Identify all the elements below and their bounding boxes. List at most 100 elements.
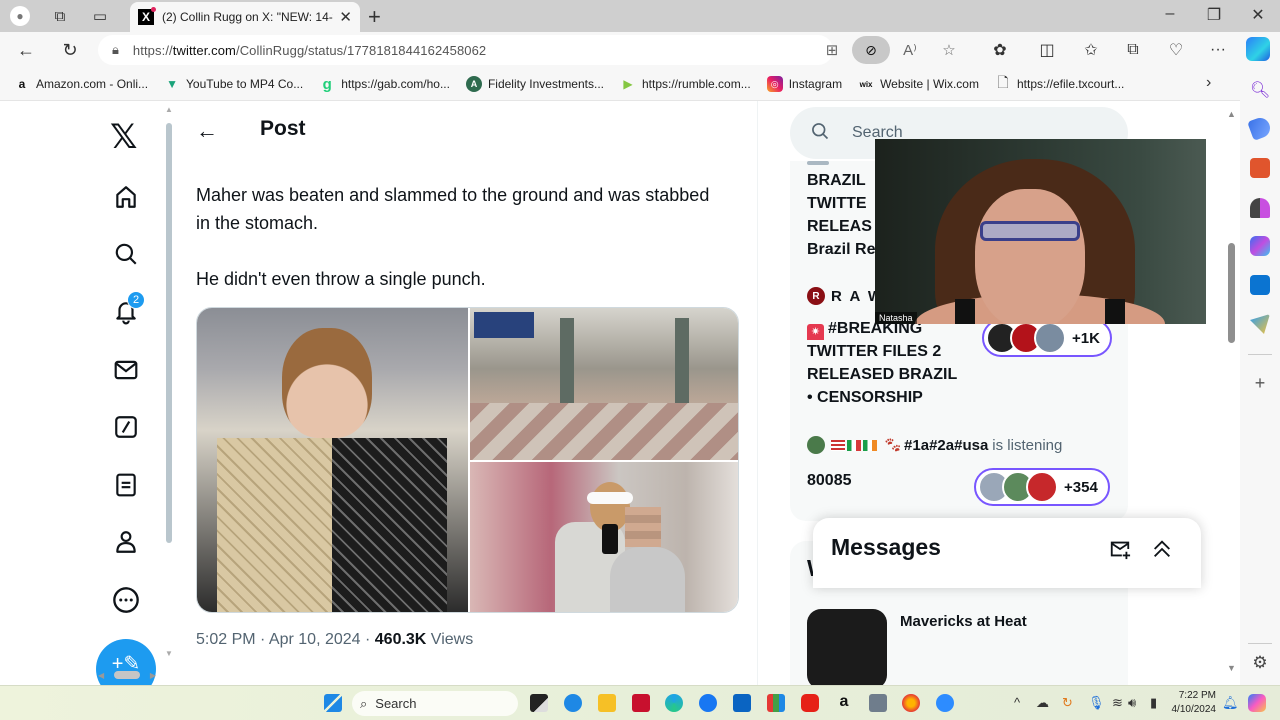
nav-messages-envelope-icon[interactable] [110, 354, 142, 386]
microsoft365-icon[interactable] [1250, 236, 1270, 256]
bookmark-gab[interactable]: g https://gab.com/ho... [319, 76, 450, 93]
games-icon[interactable] [1250, 198, 1270, 218]
media-photo-mirror-selfie[interactable] [470, 462, 738, 612]
send-icon[interactable] [1250, 314, 1270, 334]
read-aloud-icon[interactable]: A⁾ [898, 38, 922, 62]
zoom-icon[interactable] [936, 694, 954, 712]
scroll-down-arrow-icon[interactable]: ▼ [165, 649, 173, 658]
edge-taskbar-icon[interactable] [665, 694, 683, 712]
scroll-right-arrow-icon[interactable]: ▶ [150, 671, 156, 680]
app-available-icon[interactable]: ⊞ [820, 38, 844, 62]
add-sidebar-app-icon[interactable]: + [1250, 373, 1270, 393]
space-title-line[interactable]: TWITTER FILES 2 [807, 340, 941, 363]
windows-start-icon[interactable] [324, 694, 342, 712]
space-title-line[interactable]: Brazil Re [807, 238, 875, 261]
left-scroll-thumb[interactable] [166, 123, 172, 543]
media-photo-boy-portrait[interactable] [197, 308, 468, 612]
bookmark-fidelity[interactable]: A Fidelity Investments... [465, 76, 604, 92]
expand-chevrons-up-icon[interactable] [1151, 538, 1173, 566]
browser-essentials-icon[interactable]: ♡ [1164, 38, 1188, 62]
space-listeners-pill[interactable]: +1K [982, 319, 1112, 357]
store-icon[interactable] [767, 694, 785, 712]
nav-explore-search-icon[interactable] [110, 238, 142, 270]
scroll-down-arrow-icon[interactable]: ▼ [1227, 663, 1236, 673]
microphone-icon[interactable]: 🎙︎ [1088, 695, 1105, 711]
onedrive-cloud-icon[interactable]: ☁ [1036, 695, 1049, 711]
extensions-icon[interactable]: ✿ [988, 38, 1012, 62]
space-title-line[interactable]: RELEAS [807, 215, 872, 238]
sync-icon[interactable]: ↻ [1062, 695, 1073, 711]
firefox-icon[interactable] [902, 694, 920, 712]
volume-icon[interactable]: 🔊︎ [1128, 695, 1136, 711]
space-title-line[interactable]: BRAZIL [807, 169, 866, 192]
bookmarks-more-chevron-icon[interactable]: › [1206, 74, 1211, 92]
scroll-up-arrow-icon[interactable]: ▲ [165, 105, 173, 114]
x-logo-icon[interactable]: 𝕏 [110, 117, 137, 157]
sidebar-settings-gear-icon[interactable]: ⚙ [1250, 653, 1270, 673]
split-screen-icon[interactable]: ◫ [1035, 38, 1059, 62]
scroll-up-arrow-icon[interactable]: ▲ [1227, 109, 1236, 119]
listener-handle[interactable]: #1a#2a#usa [904, 437, 988, 454]
bookmark-efile[interactable]: 🗋 https://efile.txcourt... [995, 74, 1124, 92]
facebook-icon[interactable] [699, 694, 717, 712]
taskbar-search-input[interactable]: ⌕ Search [352, 691, 518, 716]
copilot-icon[interactable] [1246, 37, 1270, 61]
profile-icon[interactable]: ● [10, 6, 30, 26]
space-listeners-pill[interactable]: +354 [974, 468, 1110, 506]
video-call-overlay[interactable]: Natasha [875, 139, 1206, 324]
refresh-button[interactable]: ↻ [58, 38, 82, 62]
nav-profile-person-icon[interactable] [110, 526, 142, 558]
close-tab-icon[interactable]: ✕ [339, 8, 352, 26]
space-title-line[interactable]: TWITTE [807, 192, 867, 215]
system-clock[interactable]: 7:22 PM 4/10/2024 [1168, 689, 1217, 717]
new-tab-button[interactable]: + [368, 4, 381, 30]
favorites-icon[interactable]: ✩ [1079, 38, 1103, 62]
back-button[interactable]: ← [14, 38, 38, 62]
minimize-button[interactable]: – [1160, 5, 1180, 23]
battery-icon[interactable]: ▮ [1150, 695, 1157, 711]
notification-bell-icon[interactable]: 🔔︎ [1222, 695, 1239, 711]
shopping-tag-icon[interactable] [1247, 115, 1273, 141]
media-photo-mall-interior[interactable] [470, 308, 738, 460]
space-host[interactable]: R R A W [807, 287, 884, 305]
tweet-timestamp[interactable]: 5:02 PM · Apr 10, 2024 · [196, 631, 375, 648]
favorite-star-icon[interactable]: ☆ [937, 38, 961, 62]
bookmark-amazon[interactable]: a Amazon.com - Onli... [14, 76, 148, 92]
left-pane-scrollbar[interactable]: ▲ ▼ [163, 101, 175, 671]
trend-title[interactable]: Mavericks at Heat [900, 613, 1027, 630]
more-menu-icon[interactable]: ··· [1206, 38, 1230, 62]
nav-lists-icon[interactable] [110, 469, 142, 501]
sidebar-search-icon[interactable]: 🔍︎ [1250, 80, 1270, 100]
horizontal-scrollbar[interactable]: ◀ ▶ [98, 669, 156, 681]
collections-icon[interactable]: ⧉ [1121, 38, 1145, 62]
restore-button[interactable]: ❐ [1204, 5, 1224, 25]
address-bar[interactable]: 🔒︎ https://twitter.com/CollinRugg/status… [98, 35, 833, 65]
nav-more-icon[interactable] [110, 584, 142, 616]
tab-actions-icon[interactable]: ▭ [90, 6, 110, 26]
space-title-line[interactable]: 80085 [807, 469, 852, 492]
back-arrow-icon[interactable]: ← [196, 118, 218, 144]
bookmark-wix[interactable]: wix Website | Wix.com [858, 76, 979, 92]
tracking-prevention-icon[interactable]: ⊘ [852, 36, 890, 64]
mcafee-icon[interactable] [632, 694, 650, 712]
nav-home-icon[interactable] [110, 181, 142, 213]
new-message-icon[interactable] [1109, 538, 1131, 566]
nav-grok-icon[interactable] [110, 411, 142, 443]
bookmark-instagram[interactable]: ◎ Instagram [766, 76, 842, 92]
outlook-icon[interactable] [1250, 275, 1270, 295]
copilot-taskbar-icon[interactable] [1248, 694, 1266, 712]
amazon-taskbar-icon[interactable]: a [835, 694, 853, 712]
task-view-icon[interactable] [530, 694, 548, 712]
tools-icon[interactable] [1250, 158, 1270, 178]
bookmark-youtube-mp4[interactable]: ▼ YouTube to MP4 Co... [164, 76, 303, 92]
messages-drawer[interactable]: Messages [813, 518, 1201, 588]
show-hidden-icons-chevron[interactable]: ^ [1014, 695, 1020, 710]
scroll-left-arrow-icon[interactable]: ◀ [98, 671, 104, 680]
file-explorer-icon[interactable] [598, 694, 616, 712]
trend-thumbnail[interactable] [807, 609, 887, 685]
workspaces-icon[interactable]: ⧉ [50, 6, 70, 26]
page-scrollbar[interactable]: ▲ ▼ [1224, 101, 1238, 685]
space-title-line[interactable]: • CENSORSHIP [807, 386, 923, 409]
bookmark-rumble[interactable]: ▶ https://rumble.com... [620, 76, 750, 92]
horizontal-scroll-thumb[interactable] [114, 671, 140, 679]
